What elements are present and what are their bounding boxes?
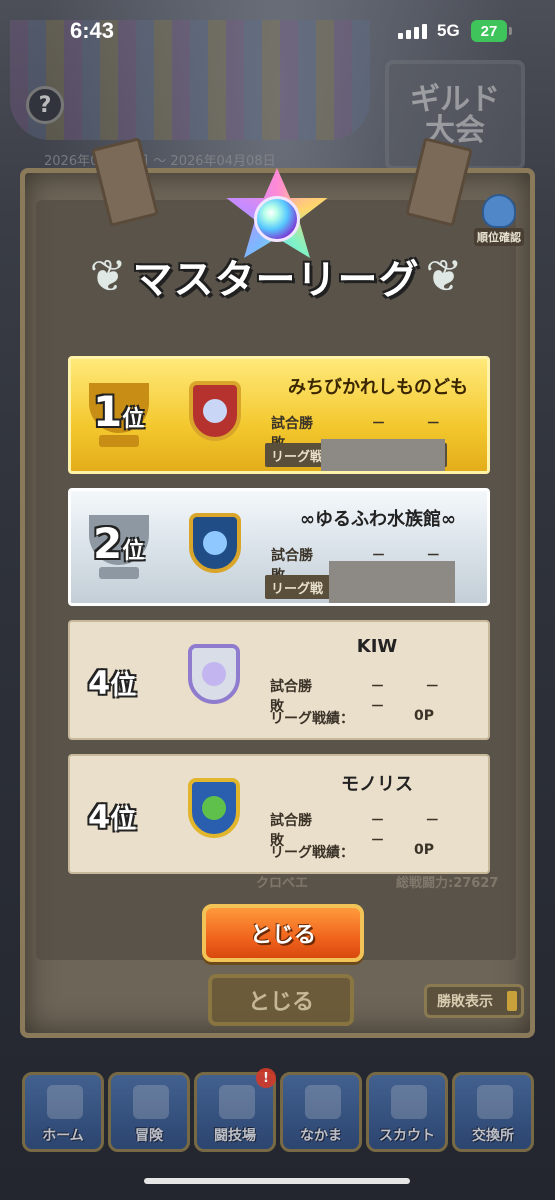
laurel-right-icon: ❦ — [425, 250, 463, 302]
underlay-close-button: とじる — [208, 974, 354, 1026]
bottom-nav: ホーム 冒険 闘技場 なかま スカウト 交換所 — [0, 1054, 555, 1164]
laurel-left-icon: ❦ — [89, 250, 127, 302]
team-name: みちびかれしものども — [288, 377, 468, 398]
league-title: ❦ マスターリーグ ❦ — [86, 238, 466, 314]
rank-number: 4位 — [88, 798, 137, 836]
ranking-card-4: 4位 モノリス 試合勝敗－ － － リーグ戦績： 0P — [68, 754, 490, 874]
league-title-text: マスターリーグ — [132, 257, 420, 303]
redacted-area — [321, 439, 445, 471]
member-name: クロベエ — [256, 876, 309, 891]
league-score: リーグ戦績： 0P — [270, 708, 434, 727]
guild-sign-line1: ギルド — [410, 81, 500, 117]
nav-adventure[interactable]: 冒険 — [108, 1072, 190, 1152]
status-bar: 6:43 5G 27 — [0, 0, 555, 64]
rank-check-label: 順位確認 — [474, 228, 524, 246]
guild-crest-icon — [176, 768, 250, 854]
guild-crest-icon — [177, 503, 251, 589]
rank-number: 2位 — [93, 519, 145, 568]
redacted-area — [329, 561, 455, 603]
exchange-icon — [477, 1085, 513, 1119]
status-time: 6:43 — [70, 18, 115, 43]
guild-crest-icon — [176, 634, 250, 720]
arena-icon — [219, 1085, 255, 1119]
nav-exchange[interactable]: 交換所 — [452, 1072, 534, 1152]
ranking-card-1: 1位 みちびかれしものども 試合勝敗－ － － リーグ戦 — [68, 356, 490, 474]
rank-number: 1位 — [93, 387, 145, 436]
network-type: 5G — [437, 21, 460, 40]
home-indicator[interactable] — [144, 1178, 410, 1184]
rank-number: 4位 — [88, 664, 137, 702]
nav-scout[interactable]: スカウト — [366, 1072, 448, 1152]
tent-icon — [47, 1085, 83, 1119]
battery-icon: 27 — [471, 20, 512, 42]
team-name: KIW — [356, 636, 398, 657]
team-name: ∞ゆるふわ水族館∞ — [300, 509, 456, 530]
ranking-card-2: 2位 ∞ゆるふわ水族館∞ 試合勝敗－ － － リーグ戦 — [68, 488, 490, 606]
slime-bag-icon — [482, 194, 516, 228]
notification-badge: ! — [256, 1068, 276, 1088]
wagon-icon — [133, 1085, 169, 1119]
nav-home[interactable]: ホーム — [22, 1072, 104, 1152]
rank-check-button[interactable]: 順位確認 — [468, 188, 530, 246]
help-button[interactable]: ? — [26, 86, 64, 124]
scout-icon — [391, 1085, 427, 1119]
nav-party[interactable]: なかま — [280, 1072, 362, 1152]
signal-icon — [398, 24, 427, 39]
guild-crest-icon — [177, 371, 251, 457]
result-toggle-button[interactable]: 勝敗表示 — [424, 984, 524, 1018]
ranking-card-3: 4位 KIW 試合勝敗－ － － リーグ戦績： 0P — [68, 620, 490, 740]
monster-icon — [305, 1085, 341, 1119]
member-power: 総戦闘力:27627 — [396, 876, 499, 891]
close-button[interactable]: とじる — [202, 904, 364, 962]
team-name: モノリス — [341, 774, 413, 795]
league-score: リーグ戦績： 0P — [270, 842, 434, 861]
battery-level: 27 — [480, 22, 498, 40]
